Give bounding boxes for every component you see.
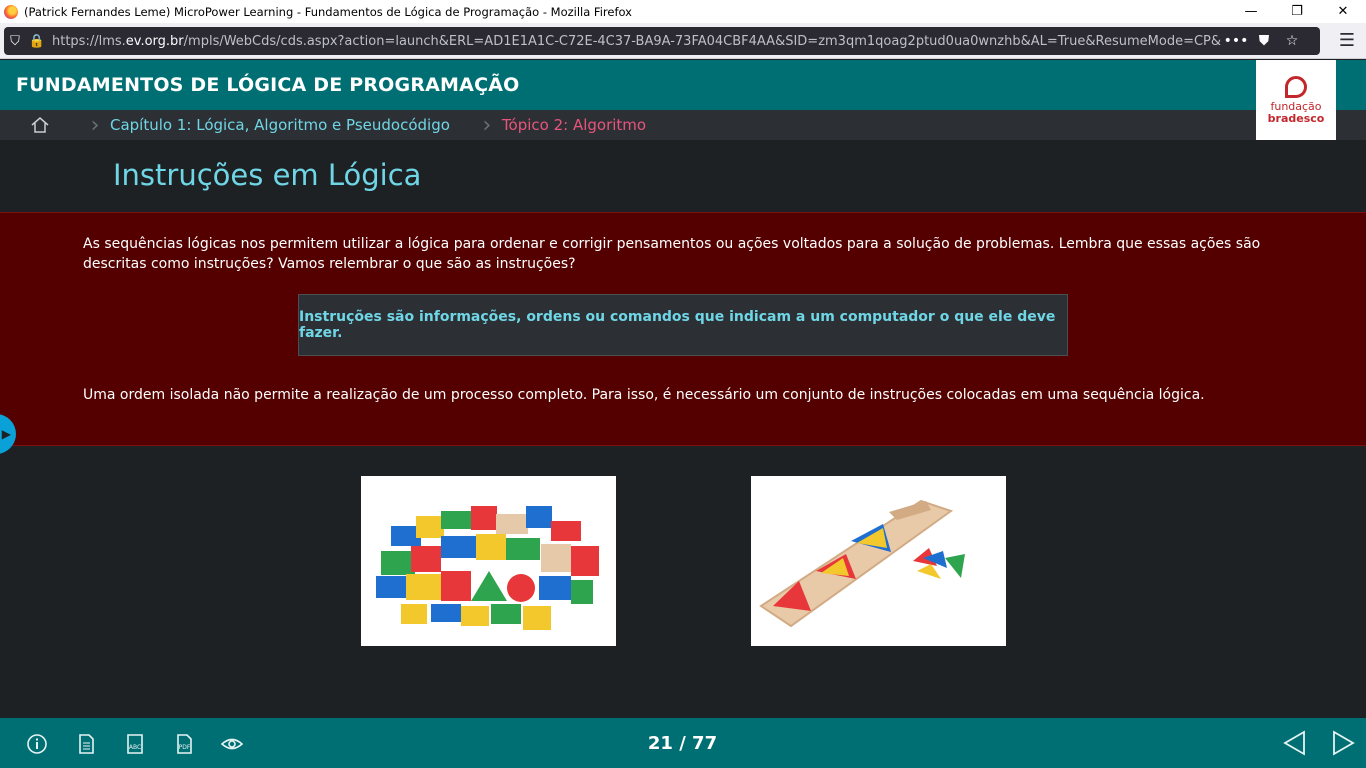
page-actions-button[interactable]: ••• [1222,33,1250,49]
page-title: Instruções em Lógica [113,158,422,192]
lock-warning-icon[interactable]: 🔒 [26,34,48,49]
glossary-icon[interactable]: ABC [123,732,147,756]
fundacao-bradesco-logo: fundação bradesco [1256,60,1336,140]
logo-line1: fundação [1270,99,1322,113]
pdf-icon[interactable]: PDF [172,732,196,756]
next-page-icon[interactable] [1328,728,1358,758]
player-footer: ABC PDF 21 / 77 [0,718,1366,768]
breadcrumb-chapter[interactable]: Capítulo 1: Lógica, Algoritmo e Pseudocó… [110,116,450,134]
pocket-icon[interactable]: ⛊ [1250,33,1278,49]
address-bar[interactable]: ⛉ 🔒 https://lms.ev.org.br/mpls/WebCds/cd… [4,27,1320,55]
paragraph-intro: As sequências lógicas nos permitem utili… [83,236,1261,272]
browser-toolbar: ⛉ 🔒 https://lms.ev.org.br/mpls/WebCds/cd… [0,23,1366,59]
eye-icon[interactable] [220,732,244,756]
bookmark-star-icon[interactable]: ☆ [1278,33,1306,49]
content-box: As sequências lógicas nos permitem utili… [0,212,1366,446]
definition-highlight: Instruções são informações, ordens ou co… [298,294,1068,356]
home-icon[interactable] [0,110,80,140]
minimize-button[interactable]: — [1228,0,1274,23]
previous-page-icon[interactable] [1280,728,1310,758]
logo-line2: bradesco [1267,111,1325,125]
svg-text:PDF: PDF [179,744,191,751]
page-counter: 21 / 77 [647,733,718,754]
shield-icon[interactable]: ⛉ [4,34,26,49]
window-title: (Patrick Fernandes Leme) MicroPower Lear… [24,4,632,19]
window-title-bar: (Patrick Fernandes Leme) MicroPower Lear… [0,0,1366,23]
bradesco-mark-icon [1285,75,1307,98]
course-title: FUNDAMENTOS DE LÓGICA DE PROGRAMAÇÃO [16,74,520,96]
firefox-icon [4,4,18,19]
chevron-right-icon: › [90,112,100,138]
breadcrumb-topic: Tópico 2: Algoritmo [501,116,647,134]
svg-text:ABC: ABC [129,744,141,751]
breadcrumb: › Capítulo 1: Lógica, Algoritmo e Pseudo… [0,110,1366,140]
paragraph-sequence: Uma ordem isolada não permite a realizaç… [83,387,1205,403]
hamburger-menu-icon[interactable]: ☰ [1336,30,1358,52]
colored-blocks-image [361,476,616,646]
restore-button[interactable]: ❐ [1274,0,1320,23]
close-button[interactable]: ✕ [1320,0,1366,23]
chevron-right-icon: › [482,112,492,138]
shape-puzzle-image [751,476,1006,646]
course-header: FUNDAMENTOS DE LÓGICA DE PROGRAMAÇÃO [0,60,1366,110]
info-icon[interactable] [25,732,49,756]
window-controls: — ❐ ✕ [1228,0,1366,23]
document-icon[interactable] [74,732,98,756]
url-text[interactable]: https://lms.ev.org.br/mpls/WebCds/cds.as… [52,34,1222,49]
